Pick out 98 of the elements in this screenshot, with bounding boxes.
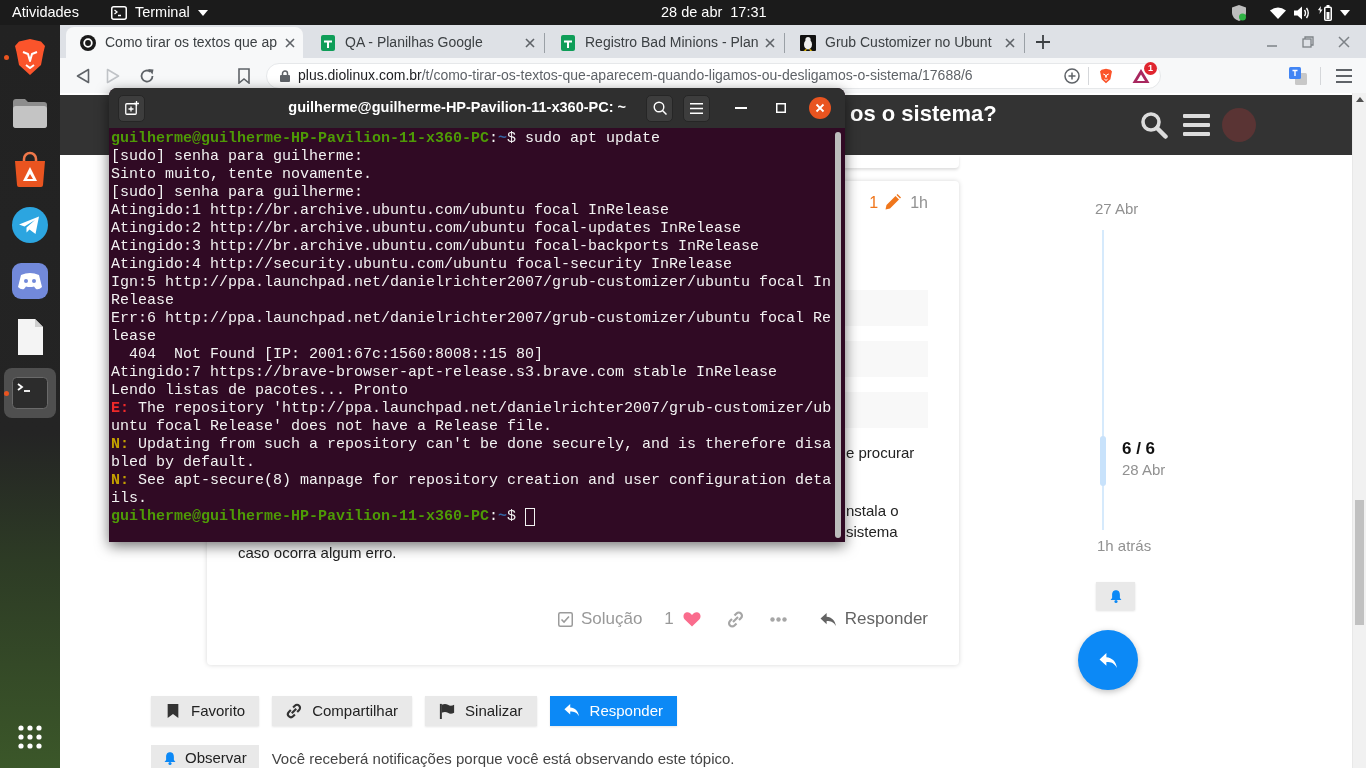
- post-counter: 6 / 6: [1122, 438, 1156, 460]
- post-reply-button[interactable]: Responder: [819, 608, 928, 630]
- reply-fab[interactable]: [1078, 630, 1138, 690]
- search-button[interactable]: [646, 94, 673, 122]
- maximize-icon[interactable]: [776, 103, 786, 113]
- terminal-icon: [110, 5, 127, 20]
- terminal-line: Atingido:7 https://brave-browser-apt-release.s3.brave.com stable InRelease: [111, 364, 778, 382]
- plus-circle-icon[interactable]: [1064, 67, 1080, 84]
- browser-tab[interactable]: Grub Customizer no Ubunt: [786, 27, 1023, 58]
- close-icon[interactable]: [809, 97, 831, 119]
- reload-icon[interactable]: [139, 67, 155, 84]
- volume-icon[interactable]: [1294, 5, 1310, 20]
- terminal-line: Lendo listas de pacotes... Pronto: [111, 382, 409, 400]
- terminal-line: N: Updating from such a repository can't be done securely, and is therefore disa: [111, 436, 832, 454]
- shield-icon[interactable]: [1232, 4, 1246, 21]
- disc-icon: [80, 34, 96, 51]
- post-text: sistema: [846, 523, 898, 540]
- topic-title[interactable]: os o sistema?: [850, 100, 997, 128]
- reply-icon: [819, 611, 837, 627]
- post-date: 28 Abr: [1122, 460, 1166, 480]
- browser-tab[interactable]: Como tirar os textos que ap: [66, 27, 303, 58]
- post-text: e procurar: [846, 444, 915, 461]
- wifi-icon[interactable]: [1270, 6, 1286, 19]
- reply-icon: [1098, 651, 1118, 669]
- caret-icon[interactable]: [1340, 9, 1350, 16]
- search-icon[interactable]: [1140, 111, 1168, 139]
- spreadsheet-icon: [560, 34, 576, 51]
- bell-icon: [163, 750, 177, 766]
- plus-icon[interactable]: [1036, 34, 1050, 49]
- terminal-line: [sudo] senha para guilherme:: [111, 148, 364, 166]
- plus-square-icon: [124, 101, 139, 115]
- terminal-line: E: The repository 'http://ppa.launchpad.net/danielrichter2007/grub-customizer/ub: [111, 400, 832, 418]
- terminal-line: Atingido:2 http://br.archive.ubuntu.com/ubuntu focal-updates InRelease: [111, 220, 742, 238]
- caret-icon: [197, 9, 208, 16]
- share-button[interactable]: Compartilhar: [272, 696, 413, 726]
- terminal-line: Ign:5 http://ppa.launchpad.net/danielrichter2007/grub-customizer/ubuntu focal In: [111, 274, 832, 292]
- notification-button[interactable]: [1096, 582, 1135, 610]
- flag-button[interactable]: Sinalizar: [425, 696, 537, 726]
- bell-icon: [1108, 588, 1123, 604]
- notification-badge: 1: [1144, 61, 1157, 75]
- lock-icon[interactable]: [280, 69, 290, 82]
- app-grid-icon[interactable]: [18, 725, 42, 749]
- terminal-line: guilherme@guilherme-HP-Pavilion-11-x360-PC:~$: [111, 508, 517, 526]
- paper-plane-icon: [10, 205, 50, 245]
- menu-icon: [690, 102, 703, 114]
- terminal-line: Release: [111, 292, 174, 310]
- heart-icon[interactable]: [682, 611, 701, 627]
- bookmark-button[interactable]: Favorito: [151, 696, 260, 726]
- terminal-line: Sinto muito, tente novamente.: [111, 166, 373, 184]
- pencil-icon: [884, 194, 902, 211]
- watch-button[interactable]: Observar: [151, 745, 259, 768]
- bookmark-icon: [165, 703, 181, 719]
- terminal-line: Atingido:1 http://br.archive.ubuntu.com/ubuntu focal InRelease: [111, 202, 670, 220]
- terminal-line: lease: [111, 328, 156, 346]
- menu-button[interactable]: [683, 94, 710, 122]
- game-controller-icon: [10, 261, 50, 301]
- terminal-line: Atingido:3 http://br.archive.ubuntu.com/ubuntu focal-backports InRelease: [111, 238, 760, 256]
- battery-icon[interactable]: [1318, 4, 1332, 21]
- link-icon: [286, 703, 303, 719]
- terminal-line: untu focal Release' does not have a Release file.: [111, 418, 553, 436]
- app-menu[interactable]: Terminal: [110, 0, 208, 25]
- penguin-icon: [800, 34, 816, 51]
- reply-button[interactable]: Responder: [549, 696, 677, 726]
- browser-tab[interactable]: Registro Bad Minions - Plan: [546, 27, 783, 58]
- terminal-line: Atingido:4 http://security.ubuntu.com/ubuntu focal-security InRelease: [111, 256, 733, 274]
- scrollbar-thumb[interactable]: [1355, 500, 1364, 625]
- restore-icon[interactable]: [1302, 35, 1314, 48]
- time-label[interactable]: 17:31: [730, 0, 767, 25]
- translate-icon[interactable]: [1289, 66, 1307, 85]
- new-tab-button[interactable]: [118, 94, 145, 122]
- terminal-line: N: See apt-secure(8) manpage for repository creation and user configuration deta: [111, 472, 832, 490]
- timeline-handle[interactable]: [1100, 436, 1106, 486]
- scroll-up-icon[interactable]: [1355, 97, 1364, 102]
- flag-icon: [439, 703, 456, 719]
- terminal-line: guilherme@guilherme-HP-Pavilion-11-x360-PC:~$ sudo apt update: [111, 130, 661, 148]
- terminal-line: 404 Not Found [IP: 2001:67c:1560:8008::15 80]: [128, 346, 544, 364]
- post-text: caso ocorra algum erro.: [238, 544, 397, 561]
- cursor-icon: [525, 508, 536, 526]
- menu-icon[interactable]: [1336, 68, 1352, 83]
- address-field[interactable]: plus.diolinux.com.br/t/como-tirar-os-textos-que-aparecem-quando-ligamos-ou-desligamos-o-sistema/17688/6 1: [266, 62, 1161, 89]
- terminal-scrollbar[interactable]: [835, 132, 841, 538]
- back-icon[interactable]: [76, 67, 90, 84]
- terminal-line: bled by default.: [111, 454, 256, 472]
- post-text: nstala o: [846, 502, 899, 519]
- checkbox-icon: [557, 611, 573, 627]
- bookmark-icon[interactable]: [238, 67, 250, 84]
- search-icon: [652, 101, 667, 115]
- terminal-line: [sudo] senha para guilherme:: [111, 184, 364, 202]
- browser-tab[interactable]: QA - Planilhas Google: [306, 27, 543, 58]
- activities-button[interactable]: Atividades: [4, 0, 87, 25]
- terminal-line: Err:6 http://ppa.launchpad.net/danielrichter2007/grub-customizer/ubuntu focal Re: [111, 310, 832, 328]
- menu-icon[interactable]: [1183, 114, 1210, 136]
- terminal-line: ils.: [111, 490, 147, 508]
- close-icon[interactable]: [285, 37, 295, 48]
- notification-text: Você receberá notificações porque você está observando este tópico.: [271, 749, 735, 768]
- spreadsheet-icon: [320, 34, 336, 51]
- date-label[interactable]: 28 de abr: [661, 0, 723, 25]
- terminal-title: guilherme@guilherme-HP-Pavilion-11-x360-PC: ~: [287, 98, 627, 118]
